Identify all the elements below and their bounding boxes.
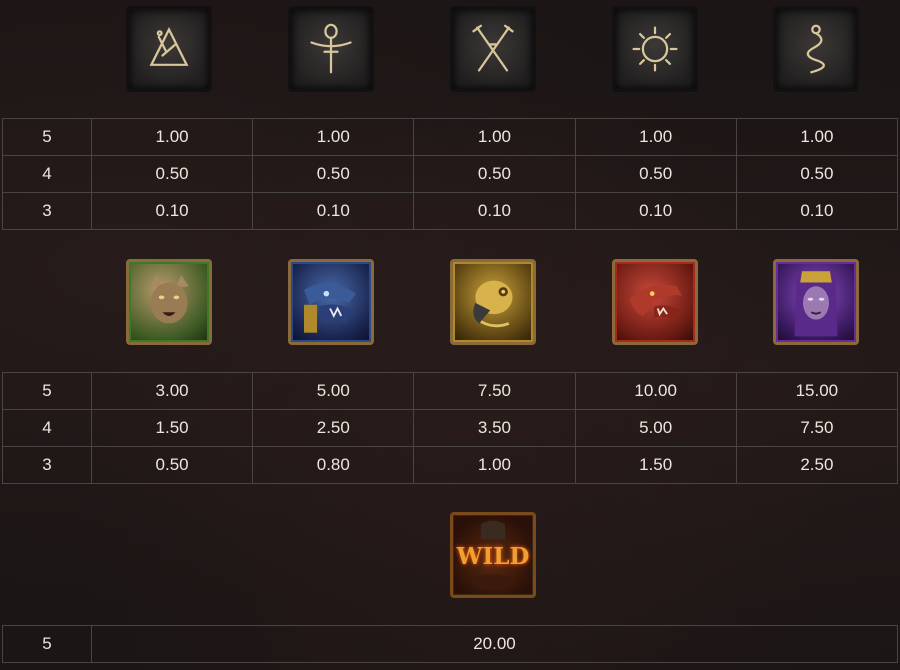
payout-value: 5.00 <box>574 409 737 447</box>
payout-value: 0.80 <box>252 446 415 484</box>
payout-value: 0.50 <box>574 155 737 193</box>
low-symbols-paytable: 5 1.00 1.00 1.00 1.00 1.00 4 0.50 0.50 0… <box>2 118 899 230</box>
high-symbols-paytable: 5 3.00 5.00 7.50 10.00 15.00 4 1.50 2.50… <box>2 372 899 484</box>
payout-value: 1.00 <box>90 118 254 156</box>
table-row: 4 1.50 2.50 3.50 5.00 7.50 <box>2 409 899 447</box>
payout-value: 1.00 <box>574 118 737 156</box>
wild-paytable: 5 20.00 <box>2 625 898 663</box>
low-symbols-icon-row <box>0 6 900 96</box>
triangle-rune-icon <box>126 6 212 92</box>
payout-value: 3.50 <box>413 409 576 447</box>
symbol-count: 4 <box>2 409 92 447</box>
payout-value: 0.50 <box>90 155 254 193</box>
golden-bird-warrior-icon <box>450 259 536 345</box>
purple-sorceress-icon <box>773 259 859 345</box>
table-row: 4 0.50 0.50 0.50 0.50 0.50 <box>2 155 899 193</box>
payout-value: 2.50 <box>252 409 415 447</box>
payout-value: 0.50 <box>413 155 576 193</box>
high-symbols-icon-row <box>0 259 900 349</box>
red-dragon-icon <box>612 259 698 345</box>
serpent-rune-icon <box>773 6 859 92</box>
wild-label: WILD <box>456 543 530 570</box>
symbol-count: 5 <box>2 118 92 156</box>
blue-dragon-icon <box>288 259 374 345</box>
payout-value: 0.10 <box>90 192 254 230</box>
crossed-spears-rune-icon <box>450 6 536 92</box>
table-row: 5 20.00 <box>2 625 898 663</box>
symbol-count: 5 <box>2 625 92 663</box>
table-row: 5 3.00 5.00 7.50 10.00 15.00 <box>2 372 899 410</box>
symbol-count: 3 <box>2 446 92 484</box>
payout-value: 1.00 <box>413 446 576 484</box>
wild-icon: WILD <box>450 512 536 598</box>
payout-value: 5.00 <box>252 372 415 410</box>
ankh-rune-icon <box>288 6 374 92</box>
payout-value: 1.50 <box>90 409 254 447</box>
payout-value: 3.00 <box>90 372 254 410</box>
lynx-warrior-icon <box>126 259 212 345</box>
payout-value: 1.50 <box>574 446 737 484</box>
payout-value: 1.00 <box>735 118 899 156</box>
payout-value: 0.50 <box>252 155 415 193</box>
payout-value: 15.00 <box>735 372 899 410</box>
payout-value: 10.00 <box>574 372 737 410</box>
sun-rune-icon <box>612 6 698 92</box>
payout-value: 2.50 <box>735 446 899 484</box>
payout-value: 20.00 <box>91 625 898 663</box>
payout-value: 0.10 <box>413 192 576 230</box>
payout-value: 7.50 <box>413 372 576 410</box>
table-row: 5 1.00 1.00 1.00 1.00 1.00 <box>2 118 899 156</box>
payout-value: 1.00 <box>413 118 576 156</box>
payout-value: 0.10 <box>735 192 899 230</box>
payout-value: 1.00 <box>252 118 415 156</box>
table-row: 3 0.10 0.10 0.10 0.10 0.10 <box>2 192 899 230</box>
payout-value: 0.50 <box>90 446 254 484</box>
symbol-count: 4 <box>2 155 92 193</box>
payout-value: 0.10 <box>574 192 737 230</box>
payout-value: 0.50 <box>735 155 899 193</box>
table-row: 3 0.50 0.80 1.00 1.50 2.50 <box>2 446 899 484</box>
symbol-count: 5 <box>2 372 92 410</box>
payout-value: 7.50 <box>735 409 899 447</box>
payout-value: 0.10 <box>252 192 415 230</box>
symbol-count: 3 <box>2 192 92 230</box>
